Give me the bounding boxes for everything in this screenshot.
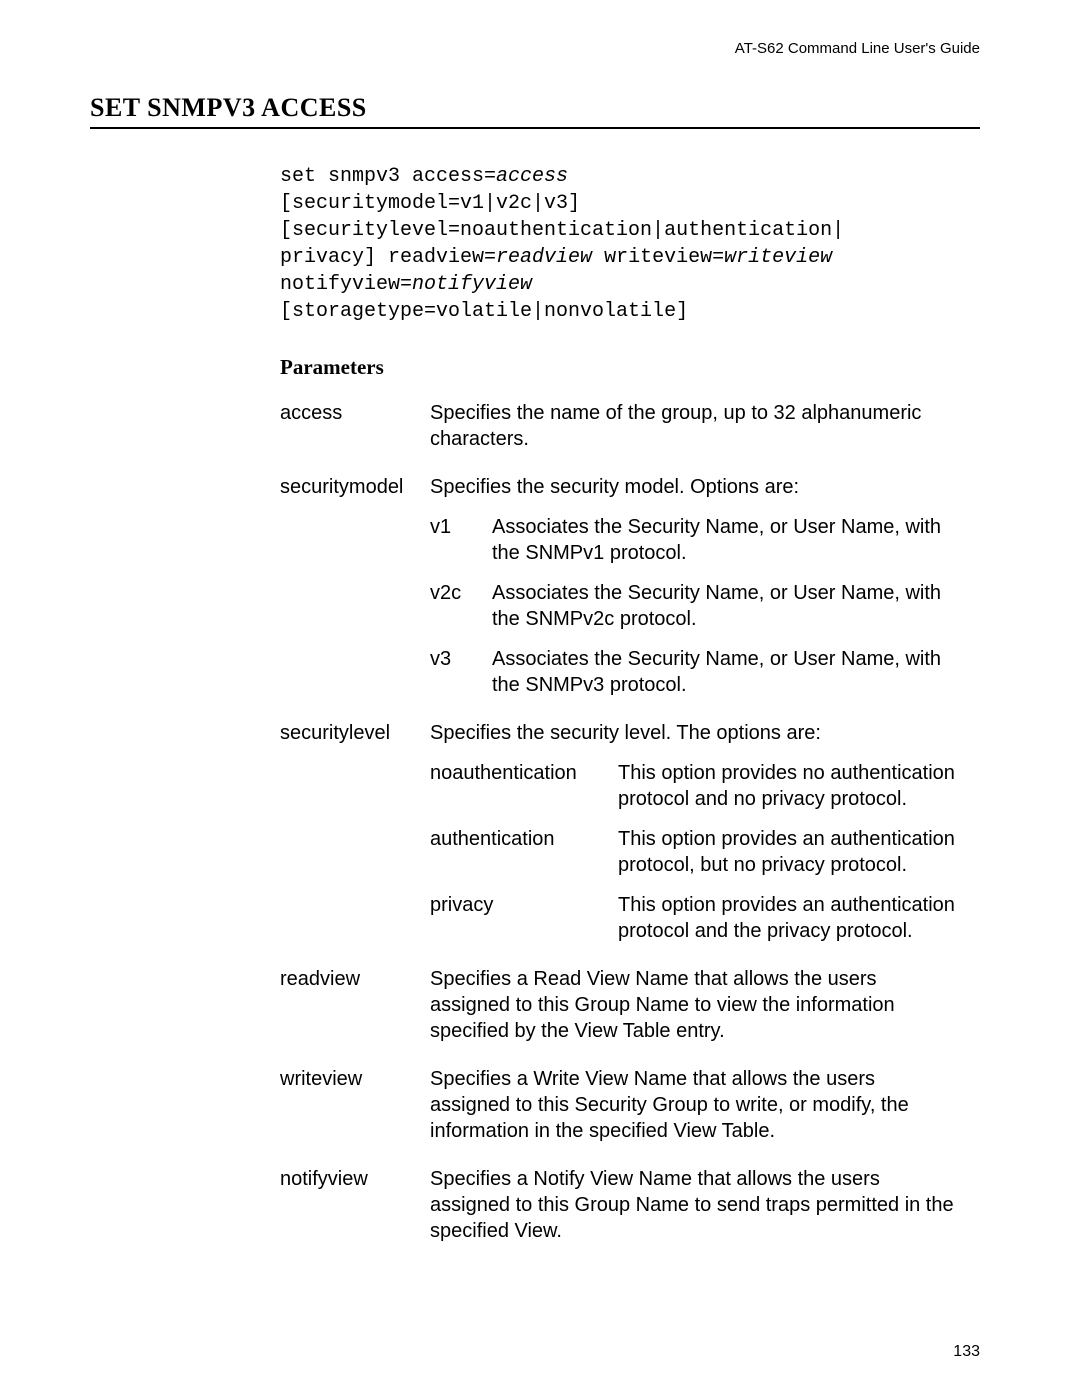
syntax-line: notifyview=notifyview bbox=[280, 271, 960, 298]
syntax-var: writeview bbox=[724, 246, 832, 269]
option-v3: v3 Associates the Security Name, or User… bbox=[430, 646, 960, 698]
param-desc: Specifies a Write View Name that allows … bbox=[430, 1066, 960, 1144]
param-name: writeview bbox=[280, 1066, 430, 1144]
option-key: v2c bbox=[430, 580, 492, 632]
param-name: securitymodel bbox=[280, 474, 430, 698]
option-v1: v1 Associates the Security Name, or User… bbox=[430, 514, 960, 566]
syntax-var: notifyview bbox=[412, 273, 532, 296]
param-desc: Specifies the name of the group, up to 3… bbox=[430, 400, 960, 452]
option-key: v1 bbox=[430, 514, 492, 566]
option-desc: This option provides no authentication p… bbox=[618, 760, 960, 812]
syntax-text: privacy] readview= bbox=[280, 246, 496, 269]
page: AT-S62 Command Line User's Guide SET SNM… bbox=[0, 0, 1080, 1397]
param-desc: Specifies the security model. Options ar… bbox=[430, 474, 960, 698]
section-title: SET SNMPV3 ACCESS bbox=[90, 93, 980, 129]
syntax-line: [storagetype=volatile|nonvolatile] bbox=[280, 298, 960, 325]
param-securitylevel: securitylevel Specifies the security lev… bbox=[280, 720, 960, 944]
option-authentication: authentication This option provides an a… bbox=[430, 826, 960, 878]
param-name: notifyview bbox=[280, 1166, 430, 1244]
parameters-heading: Parameters bbox=[280, 355, 960, 380]
param-name: readview bbox=[280, 966, 430, 1044]
option-desc: Associates the Security Name, or User Na… bbox=[492, 646, 960, 698]
param-name: securitylevel bbox=[280, 720, 430, 944]
option-desc: Associates the Security Name, or User Na… bbox=[492, 580, 960, 632]
syntax-text: set snmpv3 access= bbox=[280, 165, 496, 188]
command-syntax: set snmpv3 access=access [securitymodel=… bbox=[280, 163, 960, 325]
option-privacy: privacy This option provides an authenti… bbox=[430, 892, 960, 944]
option-key: privacy bbox=[430, 892, 618, 944]
running-header: AT-S62 Command Line User's Guide bbox=[90, 40, 980, 57]
syntax-var: readview bbox=[496, 246, 592, 269]
param-securitymodel: securitymodel Specifies the security mod… bbox=[280, 474, 960, 698]
syntax-text: notifyview= bbox=[280, 273, 412, 296]
option-desc: This option provides an authentication p… bbox=[618, 826, 960, 878]
param-name: access bbox=[280, 400, 430, 452]
param-desc: Specifies the security level. The option… bbox=[430, 720, 960, 944]
page-number: 133 bbox=[953, 1343, 980, 1361]
param-desc: Specifies a Read View Name that allows t… bbox=[430, 966, 960, 1044]
option-key: authentication bbox=[430, 826, 618, 878]
param-writeview: writeview Specifies a Write View Name th… bbox=[280, 1066, 960, 1144]
syntax-line: [securitymodel=v1|v2c|v3] bbox=[280, 190, 960, 217]
param-notifyview: notifyview Specifies a Notify View Name … bbox=[280, 1166, 960, 1244]
param-desc-text: Specifies the security model. Options ar… bbox=[430, 474, 960, 500]
option-key: v3 bbox=[430, 646, 492, 698]
body-column: set snmpv3 access=access [securitymodel=… bbox=[280, 163, 960, 1244]
syntax-line: set snmpv3 access=access bbox=[280, 163, 960, 190]
syntax-var: access bbox=[496, 165, 568, 188]
syntax-line: [securitylevel=noauthentication|authenti… bbox=[280, 217, 960, 244]
syntax-line: privacy] readview=readview writeview=wri… bbox=[280, 244, 960, 271]
option-key: noauthentication bbox=[430, 760, 618, 812]
option-desc: Associates the Security Name, or User Na… bbox=[492, 514, 960, 566]
option-desc: This option provides an authentication p… bbox=[618, 892, 960, 944]
param-desc: Specifies a Notify View Name that allows… bbox=[430, 1166, 960, 1244]
param-access: access Specifies the name of the group, … bbox=[280, 400, 960, 452]
option-noauthentication: noauthentication This option provides no… bbox=[430, 760, 960, 812]
option-v2c: v2c Associates the Security Name, or Use… bbox=[430, 580, 960, 632]
syntax-text: writeview= bbox=[592, 246, 724, 269]
param-desc-text: Specifies the security level. The option… bbox=[430, 720, 960, 746]
param-readview: readview Specifies a Read View Name that… bbox=[280, 966, 960, 1044]
